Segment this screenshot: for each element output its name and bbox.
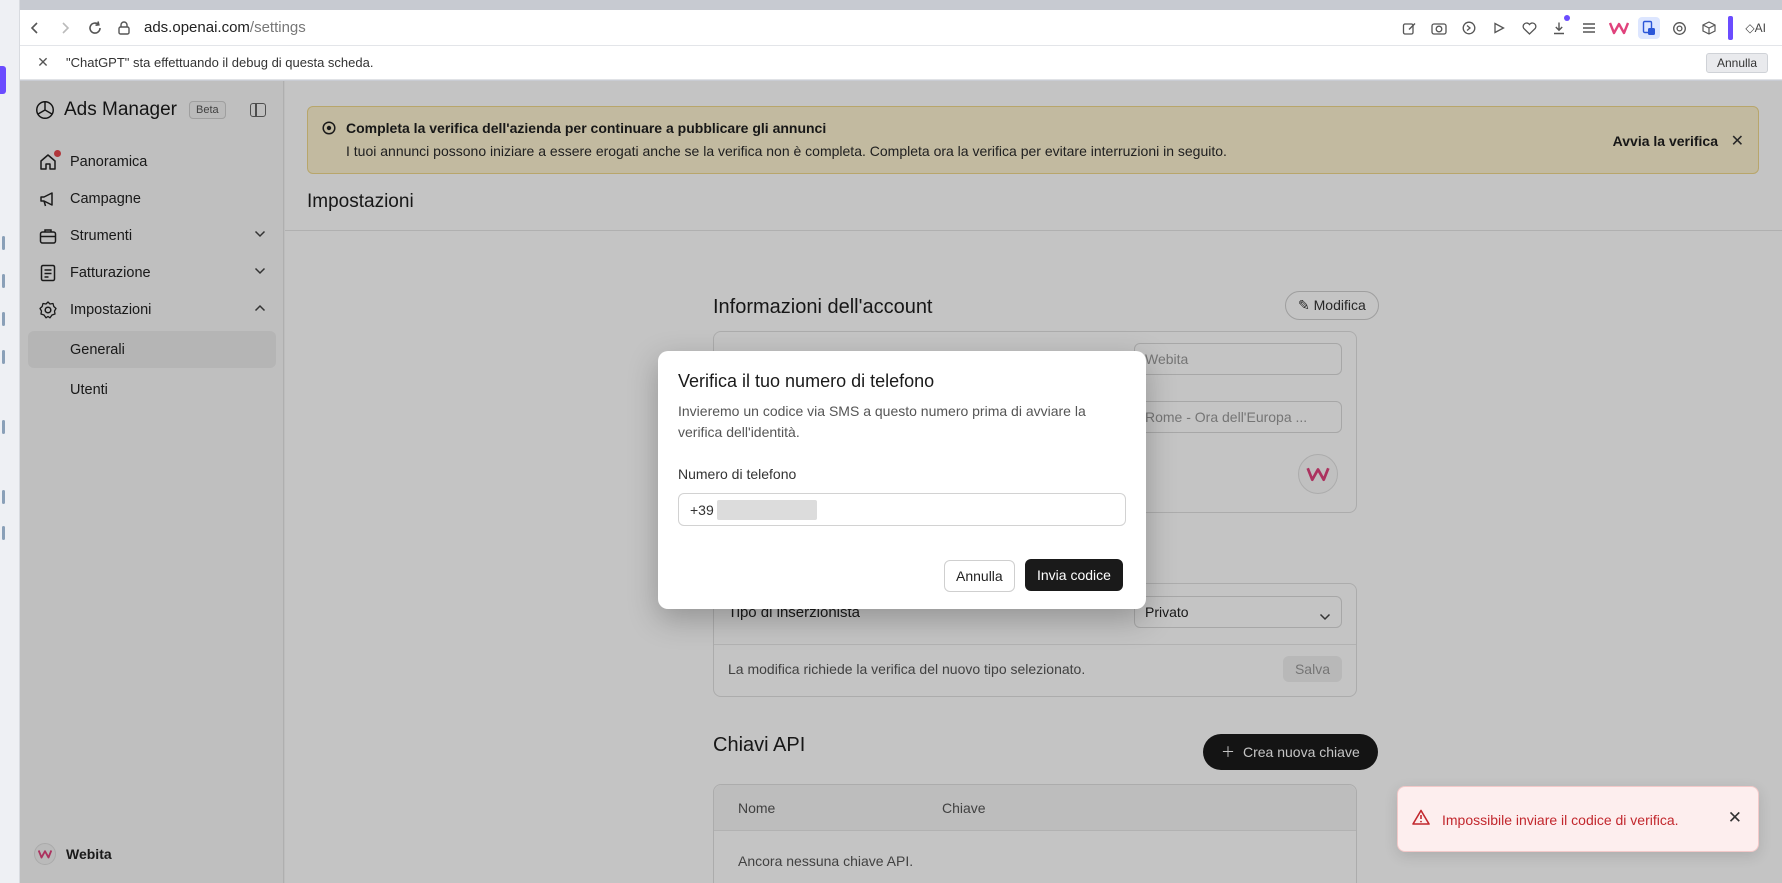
side-tab-indicator[interactable] <box>2 420 5 434</box>
phone-prefix: +39 <box>690 502 714 518</box>
error-toast: Impossibile inviare il codice di verific… <box>1397 786 1759 852</box>
redacted-phone-number <box>717 500 817 520</box>
side-tab-indicator[interactable] <box>2 312 5 326</box>
lock-icon[interactable] <box>118 20 138 35</box>
edit-icon[interactable] <box>1398 17 1420 39</box>
debug-message: "ChatGPT" sta effettuando il debug di qu… <box>66 55 374 70</box>
phone-field-label: Numero di telefono <box>678 466 797 482</box>
warning-icon <box>1412 809 1430 825</box>
cube-icon[interactable] <box>1698 17 1720 39</box>
close-infobar-icon[interactable]: ✕ <box>20 54 66 71</box>
active-tab-marker <box>0 66 6 94</box>
send-code-button[interactable]: Invia codice <box>1025 559 1123 591</box>
cancel-button[interactable]: Annulla <box>944 560 1015 592</box>
camera-icon[interactable] <box>1428 17 1450 39</box>
reload-icon[interactable] <box>80 13 110 43</box>
address-bar: ads.openai.com/settings ◇AI <box>20 10 1782 46</box>
url-host: ads.openai.com <box>144 19 250 36</box>
play-icon[interactable] <box>1488 17 1510 39</box>
list-icon[interactable] <box>1578 17 1600 39</box>
side-tab-indicator[interactable] <box>2 274 5 288</box>
tab-strip <box>20 0 1782 10</box>
side-tab-indicator[interactable] <box>2 490 5 504</box>
heart-icon[interactable] <box>1518 17 1540 39</box>
side-tab-indicator[interactable] <box>2 526 5 540</box>
close-toast-icon[interactable]: ✕ <box>1728 808 1742 828</box>
url-path: /settings <box>249 19 306 36</box>
side-tab-indicator[interactable] <box>2 236 5 250</box>
openai-icon[interactable] <box>1668 17 1690 39</box>
phone-verification-dialog: Verifica il tuo numero di telefono Invie… <box>658 351 1146 609</box>
toast-message: Impossibile inviare il codice di verific… <box>1442 812 1679 828</box>
back-icon[interactable] <box>20 13 50 43</box>
url-field[interactable]: ads.openai.com/settings <box>144 19 306 36</box>
dialog-title: Verifica il tuo numero di telefono <box>678 371 935 391</box>
dialog-description: Invieremo un codice via SMS a questo num… <box>678 403 1086 440</box>
ai-assistant-button[interactable]: ◇AI <box>1741 21 1770 35</box>
forward-icon[interactable] <box>50 13 80 43</box>
shield-extension-icon[interactable] <box>1458 17 1480 39</box>
debug-cancel-button[interactable]: Annulla <box>1705 53 1768 73</box>
ai-assistant-label: AI <box>1754 21 1766 35</box>
browser-side-strip <box>0 0 20 883</box>
download-icon[interactable] <box>1548 15 1571 39</box>
side-tab-indicator[interactable] <box>2 350 5 364</box>
tab-manager-icon[interactable] <box>1638 17 1661 39</box>
phone-number-input[interactable]: +39 <box>678 493 1126 526</box>
debug-infobar: ✕ "ChatGPT" sta effettuando il debug di … <box>20 46 1782 80</box>
sidebar-toggle-indicator[interactable] <box>1728 16 1734 40</box>
download-badge <box>1564 15 1571 21</box>
extension-toolbar: ◇AI <box>1398 10 1770 46</box>
webita-extension-icon[interactable] <box>1608 17 1630 39</box>
